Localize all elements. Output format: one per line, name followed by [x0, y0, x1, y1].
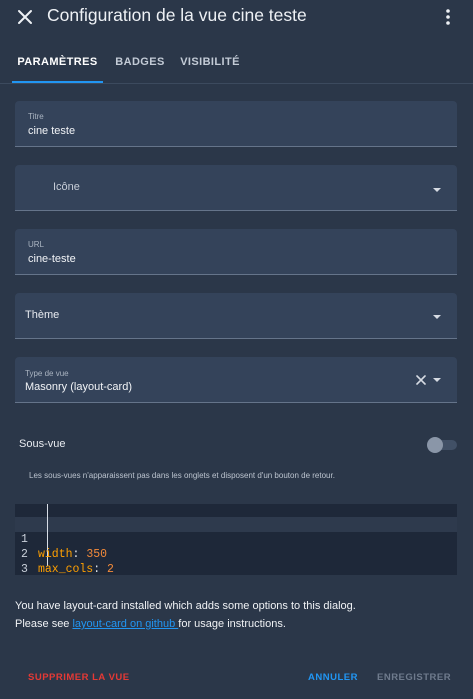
view-type-value: Masonry (layout-card) [25, 381, 132, 393]
layout-card-info: You have layout-card installed which add… [15, 600, 356, 612]
tab-badges[interactable]: BADGES [108, 44, 172, 83]
close-icon [18, 10, 32, 24]
code-line[interactable]: 3 [15, 547, 457, 576]
info-text: Please see [15, 618, 73, 630]
tab-bar: PARAMÈTRES BADGES VISIBILITÉ [0, 44, 473, 84]
cancel-button[interactable]: ANNULER [308, 672, 358, 683]
layout-card-github-link[interactable]: layout-card on github [72, 618, 178, 630]
save-button[interactable]: ENREGISTRER [377, 672, 451, 683]
info-text: for usage instructions. [178, 618, 286, 630]
yaml-editor[interactable]: 1 width: 350 2 max_cols: 2 3 [15, 504, 457, 576]
icon-field-placeholder: Icône [53, 181, 80, 193]
subview-helper-text: Les sous-vues n'apparaissent pas dans le… [29, 471, 335, 480]
view-type-select[interactable]: Type de vue Masonry (layout-card) [15, 357, 457, 403]
subview-label: Sous-vue [19, 438, 66, 450]
title-field-value: cine teste [28, 125, 76, 137]
title-field-label: Titre [28, 112, 44, 121]
more-vert-icon [446, 9, 450, 25]
dropdown-arrow-icon[interactable] [433, 188, 441, 192]
dropdown-arrow-icon[interactable] [433, 315, 441, 319]
code-line[interactable]: 2 max_cols: 2 [15, 532, 457, 576]
close-button[interactable] [13, 5, 37, 29]
tab-divider [0, 83, 473, 84]
url-field[interactable]: URL cine-teste [15, 229, 457, 275]
delete-view-button[interactable]: SUPPRIMER LA VUE [28, 672, 130, 683]
clear-icon[interactable] [415, 374, 427, 386]
layout-card-info-line2: Please see layout-card on github for usa… [15, 618, 286, 630]
theme-field-placeholder: Thème [25, 309, 60, 321]
view-type-label: Type de vue [25, 369, 69, 378]
title-field[interactable]: Titre cine teste [15, 101, 457, 147]
url-field-value: cine-teste [28, 253, 76, 265]
yaml-key: max_cols [38, 563, 94, 576]
tab-visibility[interactable]: VISIBILITÉ [176, 44, 244, 83]
line-number: 3 [21, 563, 28, 576]
more-options-button[interactable] [440, 6, 456, 28]
dialog-title: Configuration de la vue cine teste [47, 5, 307, 25]
url-field-label: URL [28, 240, 45, 249]
tab-settings[interactable]: PARAMÈTRES [12, 44, 103, 83]
subview-toggle-knob[interactable] [427, 437, 443, 453]
theme-field[interactable]: Thème [15, 293, 457, 339]
dropdown-arrow-icon[interactable] [433, 378, 441, 382]
code-line[interactable]: 1 width: 350 [15, 517, 457, 561]
yaml-value: 2 [107, 563, 114, 576]
icon-field[interactable]: Icône [15, 165, 457, 211]
dialog-header: Configuration de la vue cine teste [0, 0, 473, 34]
